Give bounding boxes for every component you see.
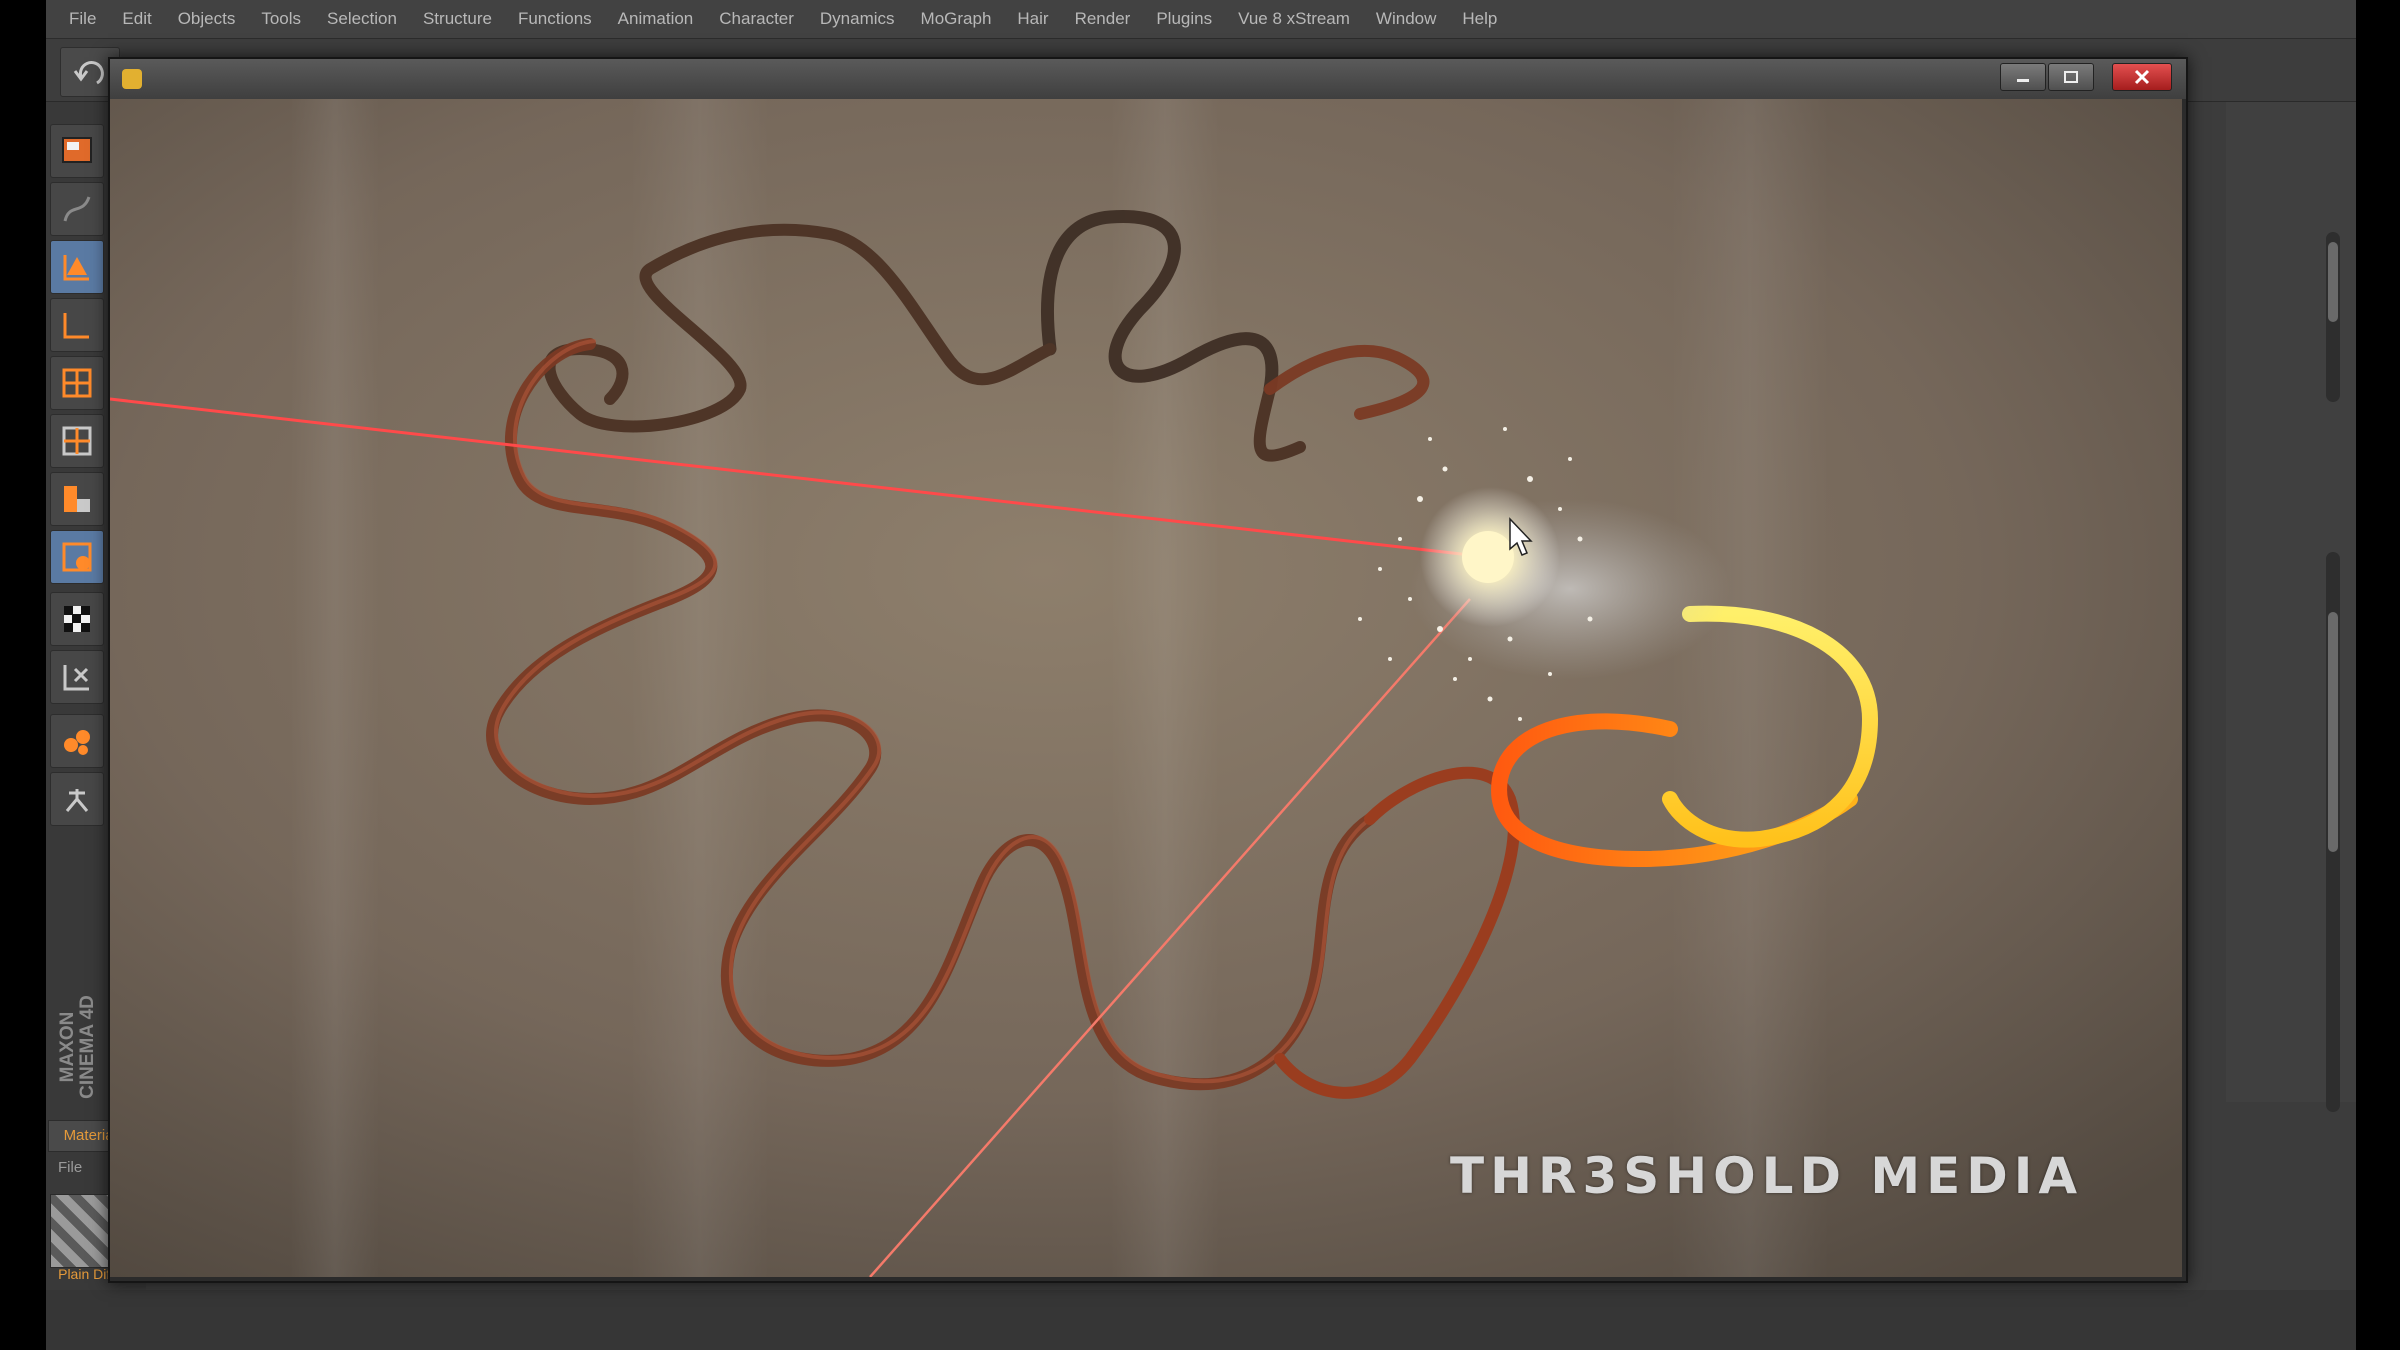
viewer-app-icon [122,69,142,89]
picture-viewer-window: THR3SHOLD MEDIA [108,57,2188,1283]
menu-character[interactable]: Character [706,9,807,29]
menu-tools[interactable]: Tools [248,9,314,29]
scale-axis-icon [63,313,89,339]
status-bar [46,1290,2356,1350]
bone-button[interactable] [50,772,104,826]
brand-line-1: MAXON [57,1011,78,1083]
move-axis-icon [63,255,89,281]
attributes-panel [2226,102,2356,1112]
point-grid-icon [64,486,90,512]
viewport-layout-icon [62,137,92,163]
viewport-layout-button[interactable] [50,124,104,178]
emitter-core [1462,531,1514,583]
curve-pen-icon [63,196,91,222]
maximize-icon [2064,71,2078,83]
menu-objects[interactable]: Objects [165,9,249,29]
menu-animation[interactable]: Animation [605,9,707,29]
viewer-titlebar[interactable] [110,59,2186,99]
menu-edit[interactable]: Edit [109,9,164,29]
snap-button[interactable] [50,650,104,704]
object-grid-icon [62,368,92,398]
curve-pen-button[interactable] [50,182,104,236]
checker-icon [64,606,90,632]
minimize-button[interactable] [2000,63,2046,91]
lower-scrollbar[interactable] [2326,552,2340,1112]
menu-render[interactable]: Render [1062,9,1144,29]
menu-help[interactable]: Help [1449,9,1510,29]
upper-scroll-thumb[interactable] [2328,242,2338,322]
bone-icon [65,789,89,812]
edge-grid-icon [62,542,92,572]
close-button[interactable] [2112,63,2172,91]
minimize-icon [2017,79,2029,82]
menu-file[interactable]: File [56,9,109,29]
sculpt-icon [64,730,90,755]
menu-hair[interactable]: Hair [1004,9,1061,29]
menu-dynamics[interactable]: Dynamics [807,9,908,29]
threshold-media-watermark: THR3SHOLD MEDIA [1450,1147,2084,1205]
snap-icon [63,665,89,691]
lower-scroll-thumb[interactable] [2328,612,2338,852]
menu-vue-xstream[interactable]: Vue 8 xStream [1225,9,1363,29]
maxon-cinema4d-logo: MAXON CINEMA 4D [48,982,108,1112]
render-scene [110,99,2182,1277]
point-grid-button[interactable] [50,472,104,526]
maximize-button[interactable] [2048,63,2094,91]
menu-structure[interactable]: Structure [410,9,505,29]
upper-scrollbar[interactable] [2326,232,2340,402]
checker-button[interactable] [50,592,104,646]
scale-axis-button[interactable] [50,298,104,352]
close-icon [2134,69,2150,85]
polygon-grid-icon [62,426,92,456]
brand-line-2: CINEMA 4D [77,995,98,1099]
menu-window[interactable]: Window [1363,9,1449,29]
menu-mograph[interactable]: MoGraph [908,9,1005,29]
menu-selection[interactable]: Selection [314,9,410,29]
polygon-grid-button[interactable] [50,414,104,468]
undo-icon [73,61,104,85]
menu-plugins[interactable]: Plugins [1143,9,1225,29]
object-grid-button[interactable] [50,356,104,410]
menu-functions[interactable]: Functions [505,9,605,29]
move-axis-button[interactable] [50,240,104,294]
sculpt-button[interactable] [50,714,104,768]
menubar: File Edit Objects Tools Selection Struct… [46,0,2356,39]
render-canvas[interactable]: THR3SHOLD MEDIA [110,99,2182,1277]
edge-grid-button[interactable] [50,530,104,584]
